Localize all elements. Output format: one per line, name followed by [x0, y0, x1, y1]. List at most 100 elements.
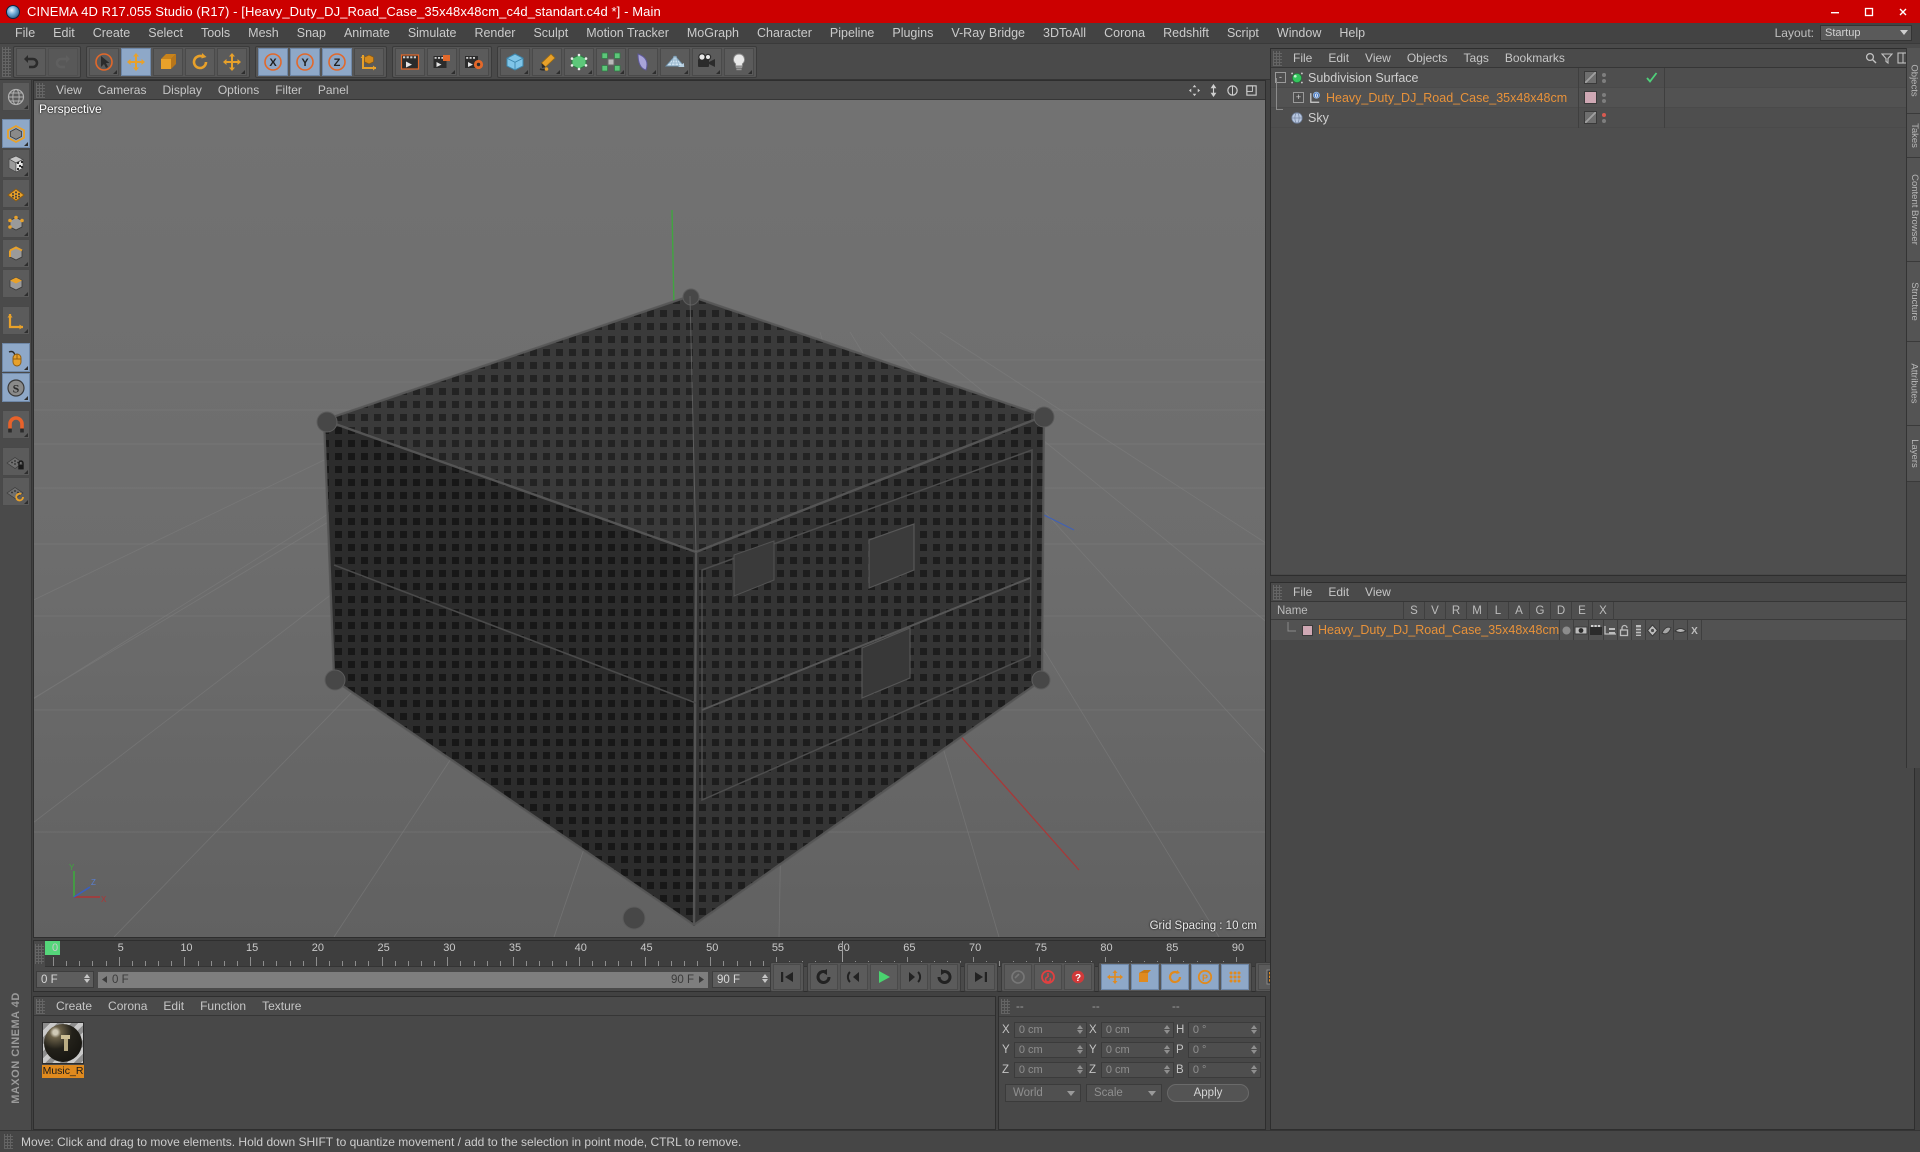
material-menu-texture[interactable]: Texture [254, 997, 309, 1016]
generator-button[interactable] [564, 47, 594, 76]
object-menu-edit[interactable]: Edit [1320, 49, 1357, 68]
edge-tab-structure[interactable]: Structure [1907, 262, 1920, 342]
viewport-menu-display[interactable]: Display [154, 81, 209, 100]
next-key-button[interactable] [900, 964, 928, 990]
render-settings-button[interactable] [459, 47, 489, 76]
viewport-menu-cameras[interactable]: Cameras [90, 81, 155, 100]
edge-tab-content-browser[interactable]: Content Browser [1907, 158, 1920, 262]
solo-icon[interactable] [1560, 620, 1575, 640]
edge-mode-button[interactable] [1, 239, 30, 268]
spline-pen-button[interactable] [532, 47, 562, 76]
empty-tag-icon[interactable] [1584, 71, 1597, 84]
previous-key-button[interactable] [840, 964, 868, 990]
model-mode-button[interactable] [1, 119, 30, 148]
undo-view-button[interactable] [1, 82, 30, 111]
empty-tag-icon[interactable] [1584, 111, 1597, 124]
close-button[interactable] [1886, 0, 1920, 23]
column-header-l[interactable]: L [1488, 601, 1509, 620]
coord-spinner[interactable] [1077, 1025, 1083, 1034]
object-menu-file[interactable]: File [1285, 49, 1320, 68]
move-tool[interactable] [121, 47, 151, 76]
menu-mograph[interactable]: MoGraph [678, 23, 748, 44]
enable-mouse-button[interactable] [1, 343, 30, 372]
position-key-button[interactable] [1101, 964, 1129, 990]
layer-menu-view[interactable]: View [1357, 583, 1399, 602]
object-name[interactable]: Heavy_Duty_DJ_Road_Case_35x48x48cm [1326, 91, 1567, 105]
coord-spinner[interactable] [1251, 1025, 1257, 1034]
coord-spinner[interactable] [1077, 1065, 1083, 1074]
go-to-start-button[interactable] [773, 964, 801, 990]
coord-rotation-field[interactable]: 0 ° [1187, 1062, 1261, 1078]
play-backwards-loop-button[interactable] [810, 964, 838, 990]
object-name[interactable]: Sky [1308, 111, 1329, 125]
axis-mode-button[interactable] [1, 306, 30, 335]
end-frame-spinner[interactable] [762, 974, 768, 983]
coord-rotation-field[interactable]: 0 ° [1187, 1022, 1261, 1038]
material-item[interactable]: Music_R [42, 1022, 84, 1078]
coord-spinner[interactable] [1164, 1045, 1170, 1054]
coord-spinner[interactable] [1251, 1065, 1257, 1074]
render-region-button[interactable] [427, 47, 457, 76]
move-extra-tool[interactable] [217, 47, 247, 76]
viewport-canvas[interactable]: Perspective Grid Spacing : 10 cm Y X Z [34, 100, 1265, 937]
visibility-dots[interactable] [1602, 92, 1606, 103]
snap-mode-button[interactable]: S [1, 373, 30, 402]
coord-rotation-field[interactable]: 0 ° [1187, 1042, 1261, 1058]
menu-motion-tracker[interactable]: Motion Tracker [577, 23, 678, 44]
menu-snap[interactable]: Snap [288, 23, 335, 44]
timeline-grip[interactable] [35, 944, 44, 964]
coord-size-field[interactable]: 0 cm [1100, 1022, 1174, 1038]
material-menu-edit[interactable]: Edit [155, 997, 192, 1016]
material-tag-icon[interactable] [1584, 91, 1597, 104]
layer-manager-grip[interactable] [1273, 584, 1282, 600]
coord-size-field[interactable]: 0 cm [1100, 1062, 1174, 1078]
menu-corona[interactable]: Corona [1095, 23, 1154, 44]
object-menu-bookmarks[interactable]: Bookmarks [1497, 49, 1573, 68]
viewport-menu-view[interactable]: View [48, 81, 90, 100]
material-preview-thumbnail[interactable] [42, 1022, 84, 1064]
edge-tab-takes[interactable]: Takes [1907, 114, 1920, 158]
layer-menu-edit[interactable]: Edit [1320, 583, 1357, 602]
point-level-animation-button[interactable] [1221, 964, 1249, 990]
current-frame-field[interactable]: 0 F [36, 971, 94, 988]
object-state-cell[interactable] [1638, 71, 1664, 84]
material-list[interactable]: Music_R [34, 1016, 995, 1078]
deformer-button[interactable] [596, 47, 626, 76]
object-row[interactable]: Sky [1271, 107, 1914, 128]
menu-mesh[interactable]: Mesh [239, 23, 288, 44]
animation-icon[interactable] [1632, 620, 1647, 640]
column-header-r[interactable]: R [1446, 601, 1467, 620]
size-mode-dropdown[interactable]: Scale [1086, 1084, 1162, 1102]
menu-plugins[interactable]: Plugins [883, 23, 942, 44]
pan-icon[interactable] [1188, 84, 1201, 97]
material-menu-create[interactable]: Create [48, 997, 100, 1016]
layer-row[interactable]: Heavy_Duty_DJ_Road_Case_35x48x48cm X [1271, 620, 1914, 640]
edge-tab-objects[interactable]: Objects [1907, 48, 1920, 114]
menu-simulate[interactable]: Simulate [399, 23, 466, 44]
lock-icon[interactable] [1618, 620, 1633, 640]
coord-system-dropdown[interactable]: World [1005, 1084, 1081, 1102]
viewport-grip[interactable] [36, 82, 45, 98]
menu-file[interactable]: File [6, 23, 44, 44]
object-row[interactable]: +0 Heavy_Duty_DJ_Road_Case_35x48x48cm [1271, 87, 1914, 108]
camera-button[interactable] [692, 47, 722, 76]
keyframe-selection-button[interactable]: ? [1064, 964, 1092, 990]
object-menu-view[interactable]: View [1357, 49, 1399, 68]
render-view-button[interactable] [395, 47, 425, 76]
viewport-menu-filter[interactable]: Filter [267, 81, 310, 100]
rotation-key-button[interactable] [1161, 964, 1189, 990]
search-icon[interactable] [1865, 52, 1877, 64]
menu-pipeline[interactable]: Pipeline [821, 23, 883, 44]
texture-mode-button[interactable] [1, 149, 30, 178]
range-start-handle[interactable]: 0 F [100, 974, 129, 986]
coord-position-field[interactable]: 0 cm [1013, 1042, 1087, 1058]
redo-button[interactable] [48, 47, 78, 76]
menu-window[interactable]: Window [1268, 23, 1330, 44]
rotate-tool[interactable] [185, 47, 215, 76]
material-menu-corona[interactable]: Corona [100, 997, 155, 1016]
toolbar-grip[interactable] [2, 46, 11, 77]
menu-3dtoall[interactable]: 3DToAll [1034, 23, 1095, 44]
edge-tab-layers[interactable]: Layers [1907, 426, 1920, 482]
object-name[interactable]: Subdivision Surface [1308, 71, 1418, 85]
maximize-button[interactable] [1852, 0, 1886, 23]
